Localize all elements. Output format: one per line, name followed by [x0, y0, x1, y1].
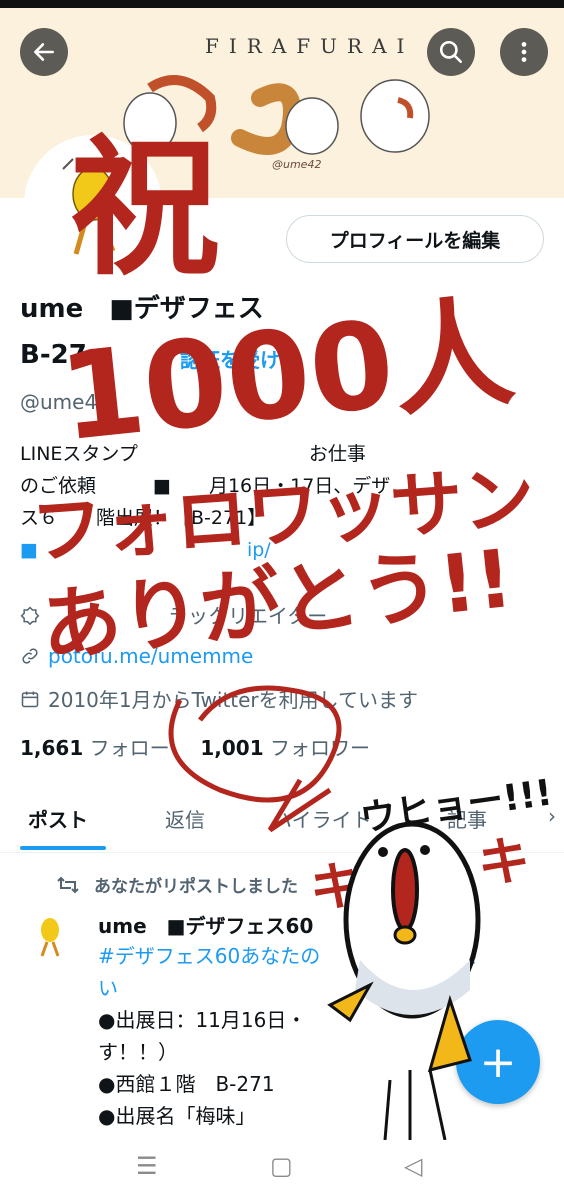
back-nav-icon[interactable]: ◁ [404, 1152, 422, 1180]
repost-icon [57, 876, 79, 893]
search-button[interactable] [427, 28, 475, 76]
followers-count: 1,001 [200, 736, 264, 760]
category-text: ラックリエイター [48, 604, 328, 628]
display-name: ume ■デザフェス [20, 294, 264, 324]
joined-date: 2010年1月からTwitterを利用しています [20, 684, 418, 713]
tab-posts[interactable]: ポスト [28, 804, 88, 833]
link-icon [22, 648, 38, 664]
home-icon[interactable]: ▢ [270, 1152, 293, 1180]
url-link[interactable]: potofu.me/umemme [48, 644, 253, 668]
status-bar [0, 0, 564, 8]
tab-articles[interactable]: 記事 [447, 804, 487, 833]
following-label: フォロー [89, 736, 170, 760]
user-handle: @ume4 [20, 390, 98, 414]
back-button[interactable] [20, 28, 68, 76]
bio-line: LINEスタンプ お仕事 [20, 443, 366, 465]
post-avatar[interactable] [22, 906, 78, 962]
search-icon [439, 40, 463, 64]
compose-button[interactable]: + [456, 1020, 540, 1104]
followers-label: フォロワー [269, 736, 370, 760]
followers-link[interactable]: 1,001 フォロワー [200, 736, 370, 760]
post-avatar-illustration [40, 918, 60, 957]
post-line: ●出展名「梅味」 [98, 1104, 256, 1128]
joined-text: 2010年1月からTwitterを利用しています [48, 688, 419, 712]
overlay-ki-left: キ [310, 858, 362, 918]
avatar-illustration [62, 158, 116, 255]
profile-avatar[interactable] [24, 135, 162, 273]
profile-tabs: ポスト 返信 ハイライト 記事 › [0, 790, 564, 853]
chevron-right-icon[interactable]: › [548, 804, 556, 828]
post-hashtag[interactable]: #デザフェス60あなたの てくださ [98, 940, 548, 972]
calendar-icon [21, 691, 39, 707]
arrow-left-icon [34, 43, 54, 61]
more-vertical-icon [521, 42, 527, 62]
display-name-line2: B-27 [20, 340, 87, 370]
post-line: い [98, 976, 118, 1000]
bio-line: ス６ 階出展！【B-271】 [20, 507, 267, 529]
bio-link[interactable]: ■ ip/ [20, 534, 544, 566]
post-author: ume ■デザフェス60 [98, 914, 314, 938]
profile-category: ラックリエイター [20, 600, 327, 629]
banner-credit: @ume42 [272, 158, 322, 171]
tab-replies[interactable]: 返信 [165, 804, 205, 833]
following-link[interactable]: 1,661 フォロー [20, 736, 176, 760]
follow-stats: 1,661 フォロー 1,001 フォロワー [20, 732, 370, 761]
edit-profile-button[interactable]: プロフィールを編集 [286, 215, 544, 263]
more-button[interactable] [500, 28, 548, 76]
repost-text: あなたがリポストしました [94, 877, 298, 897]
profile-url[interactable]: potofu.me/umemme [20, 644, 253, 668]
profile-bio: LINEスタンプ お仕事 のご依頼 ■ 月16日・17日、デザ ス６ 階出展！【… [20, 438, 544, 566]
following-count: 1,661 [20, 736, 84, 760]
tab-highlights[interactable]: ハイライト [272, 804, 372, 833]
badge-icon [20, 605, 40, 625]
recents-icon[interactable]: ☰ [136, 1152, 158, 1180]
verify-link[interactable]: 認証を受ける [180, 344, 300, 373]
active-tab-indicator [20, 846, 106, 850]
repost-indicator: あなたがリポストしました [56, 872, 298, 897]
bio-line: のご依頼 ■ 月16日・17日、デザ [20, 475, 391, 497]
